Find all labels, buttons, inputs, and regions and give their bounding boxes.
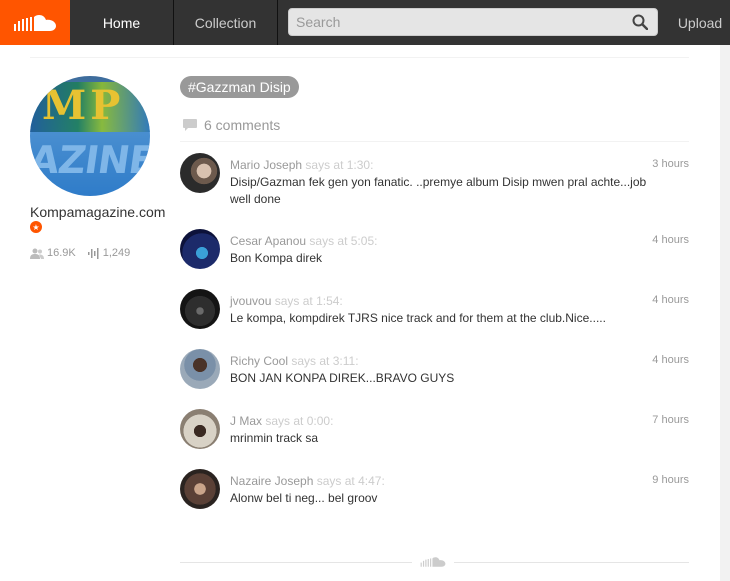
comment-meta: Cesar Apanou says at 5:05: [230, 234, 377, 248]
commenter-avatar[interactable] [180, 349, 220, 389]
comment-age: 4 hours [652, 354, 689, 366]
upload-link[interactable]: Upload [670, 0, 730, 45]
followers-icon [30, 248, 44, 259]
comment-text: mrinmin track sa [230, 431, 319, 445]
nav-collection[interactable]: Collection [174, 0, 278, 45]
commenter-avatar[interactable] [180, 153, 220, 193]
tag-label: Gazzman Disip [195, 79, 291, 95]
upload-label: Upload [677, 14, 723, 31]
commenter-name[interactable]: jvouvou [230, 294, 271, 308]
profile-name[interactable]: Kompamagazine.com [30, 204, 165, 220]
comment-age: 7 hours [652, 414, 689, 426]
comment-timestamp[interactable]: says at 4:47: [317, 474, 385, 488]
comment-text: Alonw bel ti neg... bel groov [230, 491, 378, 505]
tracks-count: 1,249 [102, 247, 131, 259]
divider [30, 57, 689, 58]
comment-timestamp[interactable]: says at 0:00: [265, 414, 333, 428]
top-navbar: Home Collection Upload [0, 0, 730, 45]
search-icon[interactable] [632, 14, 649, 35]
divider [180, 141, 689, 142]
soundcloud-logo[interactable] [0, 0, 70, 45]
tracks-waveform-icon [87, 247, 99, 259]
footer-soundcloud-icon [420, 555, 446, 573]
commenter-name[interactable]: Nazaire Joseph [230, 474, 313, 488]
comments-header: 6 comments [182, 117, 280, 133]
footer-divider-left [180, 562, 412, 563]
comment-age: 4 hours [652, 234, 689, 246]
followers-count: 16.9K [47, 247, 76, 259]
commenter-avatar[interactable] [180, 409, 220, 449]
comment-age: 4 hours [652, 294, 689, 306]
profile-stats: 16.9K 1,249 [30, 247, 136, 259]
avatar-art-letters-bottom: AZINE [30, 138, 150, 182]
comment-text: Disip/Gazman fek gen yon fanatic. ..prem… [230, 175, 647, 206]
commenter-avatar[interactable] [180, 289, 220, 329]
comment-timestamp[interactable]: says at 1:54: [275, 294, 343, 308]
footer-divider-right [454, 562, 689, 563]
comment-text: Le kompa, kompdirek TJRS nice track and … [230, 311, 606, 325]
commenter-name[interactable]: Richy Cool [230, 354, 288, 368]
main-content: MP AZINE Kompamagazine.com ★ 16.9K 1,249 [0, 45, 720, 581]
soundcloud-cloud-icon [14, 14, 56, 31]
comment-age: 9 hours [652, 474, 689, 486]
comment-timestamp[interactable]: says at 3:11: [291, 354, 358, 368]
comment-bubble-icon [183, 119, 197, 131]
comments-count: 6 comments [204, 117, 281, 133]
commenter-avatar[interactable] [180, 469, 220, 509]
search-box [288, 8, 658, 36]
comment-timestamp[interactable]: says at 1:30: [305, 158, 373, 172]
search-input[interactable] [289, 9, 619, 35]
commenter-avatar[interactable] [180, 229, 220, 269]
commenter-name[interactable]: J Max [230, 414, 262, 428]
tracks-stat[interactable]: 1,249 [87, 247, 131, 259]
hash-icon: # [188, 79, 196, 95]
comment-meta: Mario Joseph says at 1:30: [230, 158, 373, 172]
commenter-name[interactable]: Mario Joseph [230, 158, 302, 172]
followers-stat[interactable]: 16.9K [30, 247, 76, 259]
commenter-name[interactable]: Cesar Apanou [230, 234, 306, 248]
pro-badge-icon: ★ [30, 221, 42, 233]
nav-collection-label: Collection [194, 14, 257, 31]
avatar-art-letters: MP [42, 82, 125, 129]
nav-home[interactable]: Home [70, 0, 174, 45]
comment-timestamp[interactable]: says at 5:05: [309, 234, 377, 248]
comment-text: Bon Kompa direk [230, 251, 323, 265]
comment-meta: jvouvou says at 1:54: [230, 294, 343, 308]
comment-age: 3 hours [652, 158, 689, 170]
track-tag[interactable]: # Gazzman Disip [180, 76, 299, 98]
comment-meta: Nazaire Joseph says at 4:47: [230, 474, 385, 488]
comment-meta: Richy Cool says at 3:11: [230, 354, 359, 368]
profile-avatar[interactable]: MP AZINE [30, 76, 150, 196]
comment-text: BON JAN KONPA DIREK...BRAVO GUYS [230, 371, 455, 385]
comment-meta: J Max says at 0:00: [230, 414, 333, 428]
nav-home-label: Home [102, 14, 141, 31]
